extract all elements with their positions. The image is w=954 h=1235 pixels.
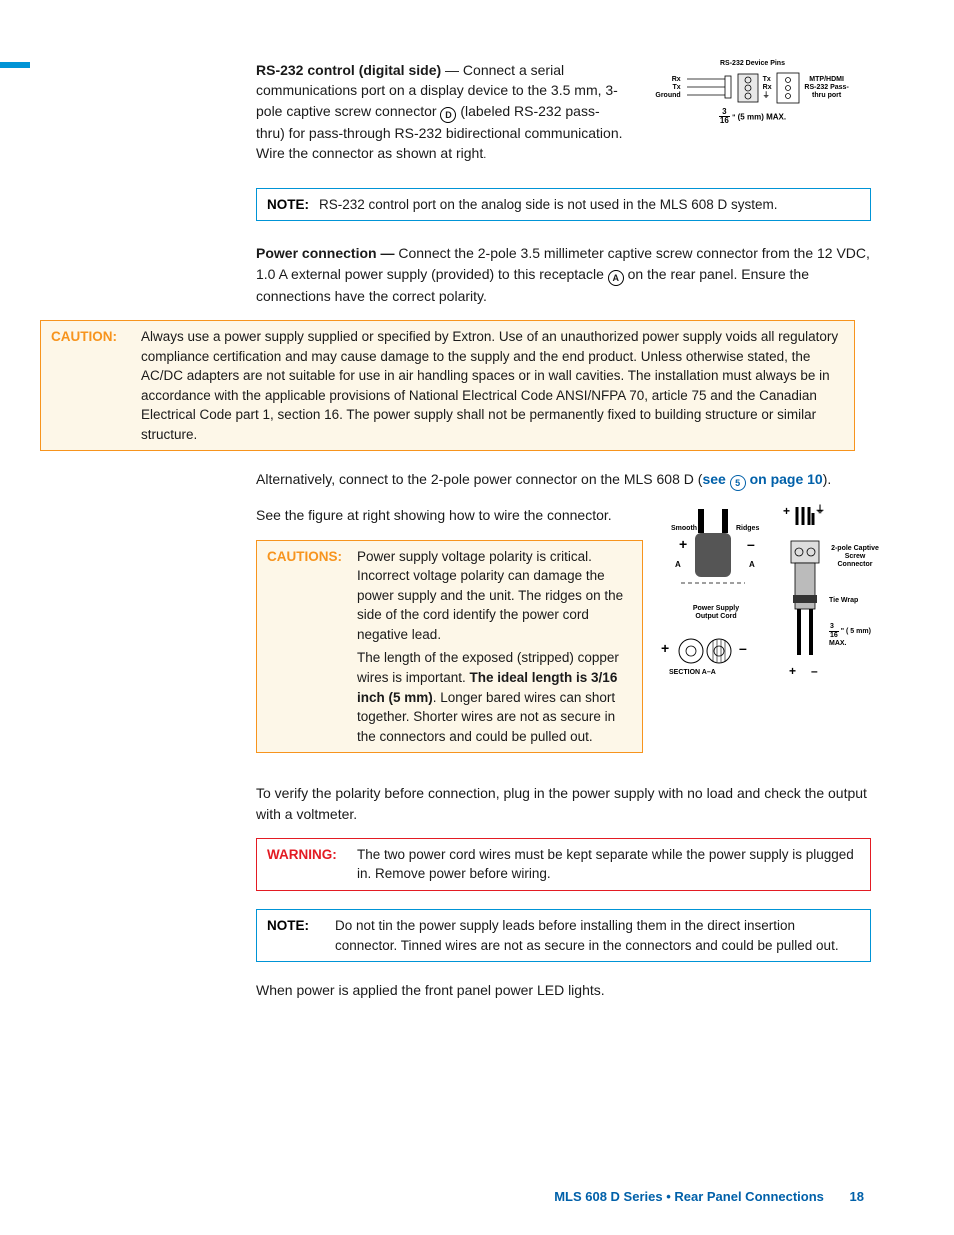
diagram2-a2: A <box>749 561 755 570</box>
rs232-diagram: RS-232 Device Pins Rx Tx Ground <box>634 60 871 126</box>
rs232-tail: . <box>483 149 486 161</box>
warning-label: WARNING: <box>267 845 357 884</box>
diagram1-ground: Ground <box>655 92 680 100</box>
caution-box-power-supply: CAUTION: Always use a power supply suppl… <box>40 320 855 451</box>
diagram2-cord-label: Power Supply Output Cord <box>681 605 751 620</box>
caution1-label: CAUTION: <box>51 327 141 444</box>
rs232-port-icon <box>776 72 800 104</box>
main-content: RS-232 control (digital side) — Connect … <box>256 60 871 1000</box>
diagram1-title: RS-232 Device Pins <box>634 60 871 68</box>
footer-title: MLS 608 D Series • Rear Panel Connection… <box>554 1189 824 1204</box>
note1-body: RS-232 control port on the analog side i… <box>319 195 860 215</box>
alt-circled-5-icon: 5 <box>730 475 746 491</box>
diagram2-conn-label: 2-pole Captive Screw Connector <box>829 545 881 568</box>
ground-symbol-icon: ⏚ <box>763 92 772 100</box>
power-heading: Power connection — <box>256 245 394 261</box>
alt-link2: on page 10 <box>746 471 823 487</box>
caution1-body: Always use a power supply supplied or sp… <box>141 327 844 444</box>
diagram1-rx: Rx <box>655 76 680 84</box>
note1-label: NOTE: <box>267 195 319 215</box>
page-footer: MLS 608 D Series • Rear Panel Connection… <box>554 1188 864 1207</box>
warning-body: The two power cord wires must be kept se… <box>357 845 860 884</box>
diagram2-a1: A <box>675 561 681 570</box>
warning-box-wires: WARNING: The two power cord wires must b… <box>256 838 871 891</box>
alt-paragraph: Alternatively, connect to the 2-pole pow… <box>256 469 871 491</box>
caution2-body1: Power supply voltage polarity is critica… <box>357 547 632 645</box>
captive-connector-icon <box>785 505 825 685</box>
alt-link[interactable]: see 5 on page 10 <box>702 471 822 487</box>
diagram2-frac-top: 3 <box>829 623 839 632</box>
caution-box-polarity: CAUTIONS: Power supply voltage polarity … <box>256 540 643 754</box>
diagram1-tx2: Tx <box>763 76 772 84</box>
cord-top-icon <box>661 505 771 605</box>
power-wiring-diagram: Smooth Ridges + – A A Power Supply Outpu… <box>661 505 881 771</box>
diagram2-section-label: SECTION A–A <box>669 669 716 677</box>
alt-link1: see <box>702 471 729 487</box>
power-circled-a-icon: A <box>608 270 624 286</box>
note-box-tinning: NOTE: Do not tin the power supply leads … <box>256 909 871 962</box>
verify-paragraph: To verify the polarity before connection… <box>256 783 871 824</box>
note2-body: Do not tin the power supply leads before… <box>335 916 860 955</box>
header-accent-bar <box>0 62 30 68</box>
diagram2-tie-label: Tie Wrap <box>829 597 858 605</box>
rs232-paragraph: RS-232 control (digital side) — Connect … <box>256 60 626 164</box>
alt-body2: ). <box>823 471 832 487</box>
rs232-wires-icon <box>685 75 733 101</box>
document-page: RS-232 control (digital side) — Connect … <box>0 0 954 1235</box>
rs232-heading: RS-232 control (digital side) <box>256 62 441 78</box>
seefig-paragraph: See the figure at right showing how to w… <box>256 505 643 525</box>
diagram1-frac-bot: 16 <box>719 117 730 126</box>
diagram1-max: (5 mm) MAX. <box>738 112 786 121</box>
caution2-label: CAUTIONS: <box>267 547 357 747</box>
note-box-rs232: NOTE: RS-232 control port on the analog … <box>256 188 871 222</box>
final-paragraph: When power is applied the front panel po… <box>256 980 871 1000</box>
diagram1-rx2: Rx <box>763 84 772 92</box>
diagram2-frac-bot: 16 <box>829 632 839 640</box>
footer-page-number: 18 <box>850 1189 864 1204</box>
alt-body1: Alternatively, connect to the 2-pole pow… <box>256 471 702 487</box>
power-paragraph: Power connection — Connect the 2-pole 3.… <box>256 243 871 306</box>
note2-label: NOTE: <box>267 916 335 955</box>
diagram1-port-label: MTP/HDMI RS-232 Pass-thru port <box>804 76 850 99</box>
rs232-circled-d-icon: D <box>440 107 456 123</box>
section-aa-icon <box>677 637 737 665</box>
rs232-connector-icon <box>737 73 759 103</box>
diagram1-tx: Tx <box>655 84 680 92</box>
